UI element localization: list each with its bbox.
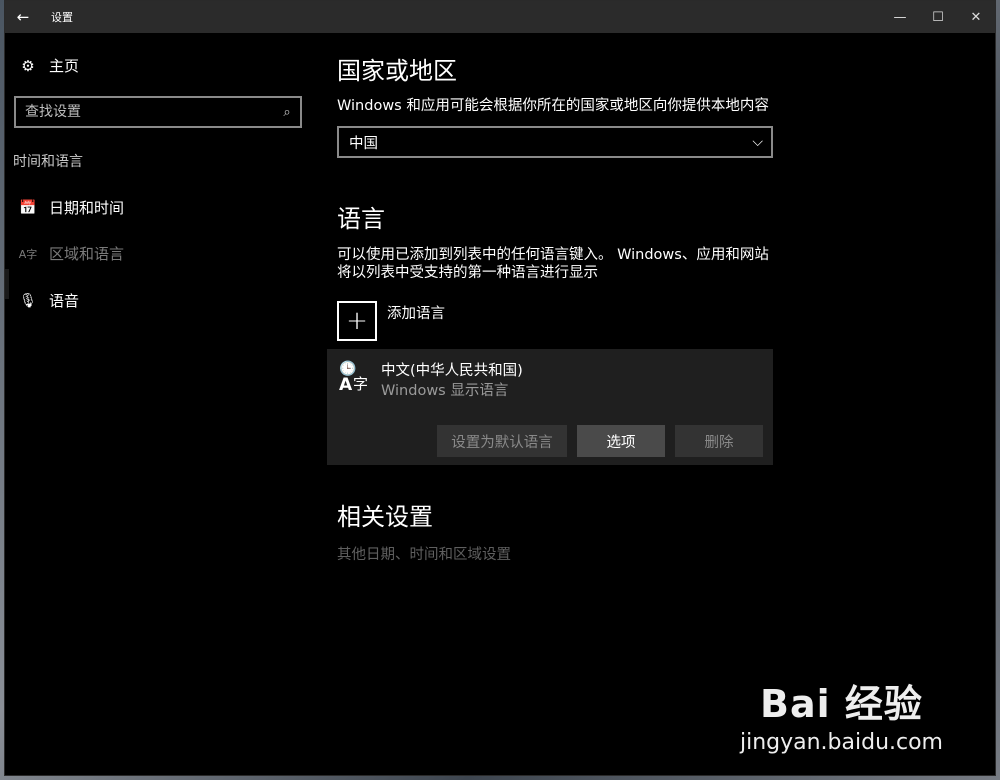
region-description: Windows 和应用可能会根据你所在的国家或地区向你提供本地内容 [337, 98, 769, 114]
sidebar-item-label: 日期和时间 [49, 199, 125, 217]
window-title: 设置 [51, 11, 73, 24]
settings-window: ← 设置 — ☐ ✕ ⚙ 主页 ⌕ 时间和语言 📅 日期和时间 A字 区域和语言… [4, 0, 996, 776]
language-name: 中文(中华人民共和国) [381, 363, 523, 379]
language-icon: 🕒 A 字 [339, 361, 369, 395]
watermark-logo: Bai 经验 [760, 682, 923, 726]
sidebar-item-date-time[interactable]: 📅 日期和时间 [17, 197, 124, 218]
sidebar-item-region-language[interactable]: A字 区域和语言 [17, 243, 124, 264]
minimize-icon[interactable]: — [881, 1, 919, 33]
plus-icon: + [337, 301, 377, 341]
country-dropdown[interactable]: 中国 ⌵ [337, 126, 773, 158]
sidebar-item-label: 语音 [49, 292, 80, 310]
nav-home-label: 主页 [49, 57, 80, 75]
language-subtitle: Windows 显示语言 [381, 383, 509, 399]
nav-home[interactable]: ⚙ 主页 [17, 55, 79, 76]
add-language-label: 添加语言 [387, 306, 445, 322]
remove-button[interactable]: 删除 [675, 425, 763, 457]
section-label: 时间和语言 [13, 154, 83, 170]
sidebar-item-speech[interactable]: 🎙 语音 [17, 290, 79, 311]
gear-icon: ⚙ [21, 56, 35, 75]
language-list-item[interactable]: 🕒 A 字 中文(中华人民共和国) Windows 显示语言 设置为默认语言 选… [327, 349, 773, 465]
language-description-line2: 将以列表中受支持的第一种语言进行显示 [337, 265, 598, 281]
watermark: Bai 经验 jingyan.baidu.com [740, 673, 943, 755]
country-selected-value: 中国 [349, 135, 378, 152]
title-bar: ← 设置 — ☐ ✕ [5, 1, 995, 33]
language-heading: 语言 [337, 205, 385, 233]
chevron-down-icon: ⌵ [752, 134, 763, 150]
set-default-button[interactable]: 设置为默认语言 [437, 425, 567, 457]
options-button[interactable]: 选项 [577, 425, 665, 457]
maximize-icon[interactable]: ☐ [919, 1, 957, 33]
search-box[interactable]: ⌕ [14, 96, 302, 128]
watermark-url: jingyan.baidu.com [739, 730, 943, 755]
sidebar-item-label: 区域和语言 [49, 245, 125, 263]
calendar-clock-icon: 📅 [19, 199, 37, 216]
active-indicator [5, 269, 9, 299]
related-settings-link[interactable]: 其他日期、时间和区域设置 [337, 543, 511, 564]
region-heading: 国家或地区 [337, 57, 457, 85]
language-description-line1: 可以使用已添加到列表中的任何语言键入。 Windows、应用和网站 [337, 247, 769, 263]
microphone-icon: 🎙 [19, 292, 37, 309]
add-language-button[interactable]: + 添加语言 [337, 301, 445, 341]
back-arrow-icon[interactable]: ← [5, 1, 41, 33]
sidebar: ⚙ 主页 ⌕ 时间和语言 📅 日期和时间 A字 区域和语言 🎙 语音 [5, 33, 325, 773]
window-controls: — ☐ ✕ [881, 1, 995, 33]
region-language-icon: A字 [18, 247, 38, 261]
search-input[interactable] [16, 103, 274, 121]
search-icon[interactable]: ⌕ [274, 105, 300, 120]
close-icon[interactable]: ✕ [957, 1, 995, 33]
related-settings-heading: 相关设置 [337, 503, 433, 531]
